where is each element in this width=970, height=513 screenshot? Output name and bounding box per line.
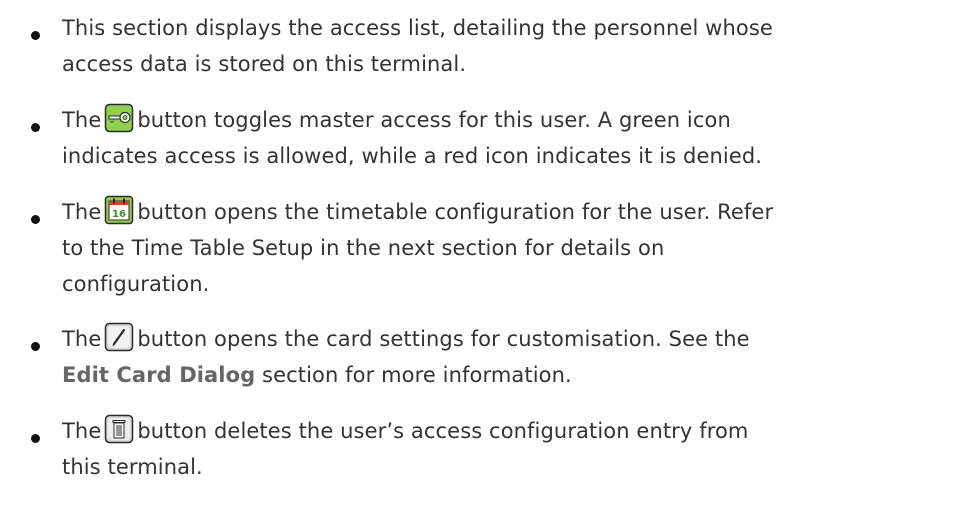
item-text: section for more information. xyxy=(255,363,572,387)
text-line: This section displays the access list, d… xyxy=(62,16,773,40)
list-item-text: The button deletes the user’s access con… xyxy=(62,413,942,485)
bullet-dot xyxy=(31,342,40,351)
prefix-text: The xyxy=(62,419,102,443)
text-line: Edit Card Dialog section for more inform… xyxy=(62,357,942,393)
bullet-dot xyxy=(31,434,40,443)
prefix-text: The xyxy=(62,200,102,224)
edit-card-dialog-link[interactable]: Edit Card Dialog xyxy=(62,363,255,387)
item-text: button toggles master access for this us… xyxy=(137,108,731,132)
list-item-text: This section displays the access list, d… xyxy=(62,10,942,82)
trash-icon xyxy=(104,414,134,444)
bullet-dot xyxy=(31,215,40,224)
text-line: The 16 button opens the timetable config… xyxy=(62,194,942,230)
item-text: button opens the timetable configuration… xyxy=(137,200,774,224)
bullet-dot xyxy=(31,31,40,40)
text-line: The button toggles master access for thi… xyxy=(62,102,942,138)
calendar-day: 16 xyxy=(112,209,126,220)
key-icon xyxy=(104,103,134,133)
text-line: The button opens the card settings for c… xyxy=(62,321,942,357)
pencil-icon xyxy=(104,322,134,352)
text-line: this terminal. xyxy=(62,455,203,479)
prefix-text: The xyxy=(62,108,102,132)
text-line: to the Time Table Setup in the next sect… xyxy=(62,236,665,260)
list-item-text: The button toggles master access for thi… xyxy=(62,102,942,174)
prefix-text: The xyxy=(62,327,102,351)
text-line: The button deletes the user’s access con… xyxy=(62,413,942,449)
list-item-text: The button opens the card settings for c… xyxy=(62,321,942,393)
list-item-text: The 16 button opens the timetable config… xyxy=(62,194,942,302)
text-line: configuration. xyxy=(62,272,210,296)
document-page: This section displays the access list, d… xyxy=(0,0,970,513)
bullet-dot xyxy=(31,123,40,132)
item-text: button deletes the user’s access configu… xyxy=(137,419,749,443)
text-line: access data is stored on this terminal. xyxy=(62,52,467,76)
calendar-icon: 16 xyxy=(104,195,134,225)
item-text: button opens the card settings for custo… xyxy=(137,327,750,351)
text-line: indicates access is allowed, while a red… xyxy=(62,144,763,168)
